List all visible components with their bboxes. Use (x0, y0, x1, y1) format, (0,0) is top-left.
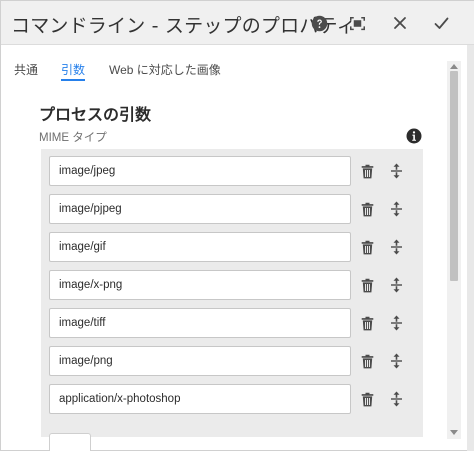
scroll-up-arrow-icon[interactable] (447, 61, 461, 71)
dialog-edge (467, 45, 474, 451)
info-icon[interactable] (406, 128, 422, 144)
tab-web-enabled-image[interactable]: Web に対応した画像 (109, 61, 221, 78)
tab-arguments[interactable]: 引数 (61, 61, 85, 78)
mime-type-input[interactable]: image/tiff (49, 308, 351, 338)
fullscreen-icon (349, 16, 365, 30)
scroll-down-arrow-icon[interactable] (447, 427, 461, 437)
multifield-item: image/png (49, 346, 419, 376)
multifield-item: image/tiff (49, 308, 419, 338)
multifield-item: image/jpeg (49, 156, 419, 186)
reorder-handle[interactable] (386, 389, 406, 409)
section-title: プロセスの引数 (39, 105, 152, 124)
help-circle-icon (311, 15, 327, 31)
delete-item-button[interactable] (357, 237, 377, 257)
multifield-item: image/pjpeg (49, 194, 419, 224)
tab-panel-arguments: プロセスの引数 MIME タイプ image/jpeg image/pjpeg (1, 83, 463, 437)
scrollbar-thumb[interactable] (450, 71, 458, 281)
tab-common[interactable]: 共通 (14, 61, 38, 78)
checkmark-icon (434, 17, 448, 29)
dialog-title: コマンドライン - ステップのプロパティ (11, 15, 356, 37)
reorder-handle[interactable] (386, 313, 406, 333)
trash-icon (361, 240, 373, 254)
reorder-handle[interactable] (386, 275, 406, 295)
trash-icon (361, 278, 373, 292)
help-button[interactable] (307, 11, 331, 35)
trash-icon (361, 316, 373, 330)
trash-icon (361, 202, 373, 216)
tab-bar: 共通 引数 Web に対応した画像 (1, 57, 461, 83)
vertical-scrollbar[interactable] (447, 61, 461, 439)
move-vertical-icon (390, 201, 402, 217)
delete-item-button[interactable] (357, 199, 377, 219)
mime-type-input[interactable]: image/gif (49, 232, 351, 262)
mime-type-input[interactable]: image/png (49, 346, 351, 376)
mime-type-input[interactable]: image/x-png (49, 270, 351, 300)
delete-item-button[interactable] (357, 351, 377, 371)
reorder-handle[interactable] (386, 351, 406, 371)
dialog-header: コマンドライン - ステップのプロパティ (1, 1, 474, 45)
fullscreen-button[interactable] (345, 11, 369, 35)
mime-types-label: MIME タイプ (39, 132, 107, 144)
close-icon (394, 17, 406, 29)
close-button[interactable] (388, 11, 412, 35)
add-item-button[interactable] (49, 433, 91, 451)
move-vertical-icon (390, 163, 402, 179)
delete-item-button[interactable] (357, 275, 377, 295)
multifield-item: image/x-png (49, 270, 419, 300)
trash-icon (361, 392, 373, 406)
delete-item-button[interactable] (357, 161, 377, 181)
trash-icon (361, 354, 373, 368)
reorder-handle[interactable] (386, 161, 406, 181)
trash-icon (361, 164, 373, 178)
multifield-item: application/x-photoshop (49, 384, 419, 414)
mime-types-multifield: image/jpeg image/pjpeg image/gif image/x… (41, 149, 423, 437)
move-vertical-icon (390, 315, 402, 331)
mime-type-input[interactable]: image/pjpeg (49, 194, 351, 224)
move-vertical-icon (390, 391, 402, 407)
move-vertical-icon (390, 277, 402, 293)
mime-type-input[interactable]: application/x-photoshop (49, 384, 351, 414)
multifield-item: image/gif (49, 232, 419, 262)
delete-item-button[interactable] (357, 389, 377, 409)
active-tab-indicator (61, 79, 85, 81)
step-properties-dialog: コマンドライン - ステップのプロパティ 共通 引数 Web に対応した画像 プ… (0, 0, 474, 451)
delete-item-button[interactable] (357, 313, 377, 333)
reorder-handle[interactable] (386, 237, 406, 257)
move-vertical-icon (390, 239, 402, 255)
reorder-handle[interactable] (386, 199, 406, 219)
move-vertical-icon (390, 353, 402, 369)
done-button[interactable] (429, 11, 453, 35)
mime-type-input[interactable]: image/jpeg (49, 156, 351, 186)
